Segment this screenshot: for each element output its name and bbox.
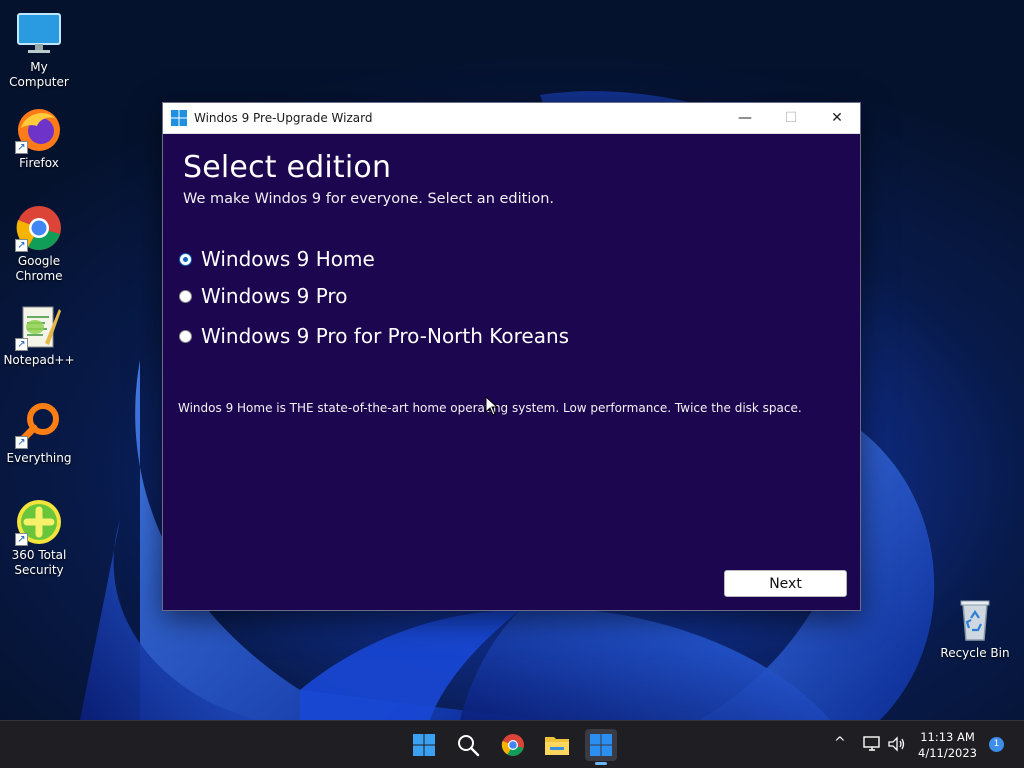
radio-button-pro-north-koreans[interactable]	[179, 329, 192, 343]
desktop-icon-recycle-bin[interactable]: Recycle Bin	[936, 596, 1014, 661]
edition-option-label: Windows 9 Pro	[201, 284, 348, 308]
shortcut-arrow-icon: ↗	[15, 239, 28, 252]
chrome-icon[interactable]	[497, 729, 529, 761]
desktop-icon-google-chrome[interactable]: ↗ Google Chrome	[0, 204, 78, 284]
network-icon[interactable]	[863, 736, 881, 752]
system-clock[interactable]: 11:13 AM 4/11/2023	[918, 729, 977, 761]
firefox-icon: ↗	[15, 106, 63, 154]
close-button[interactable]: ✕	[814, 103, 860, 133]
desktop-icon-label: Everything	[6, 451, 72, 465]
desktop-icon-firefox[interactable]: ↗ Firefox	[0, 106, 78, 171]
radio-button-pro[interactable]	[179, 289, 192, 303]
recycle-bin-icon	[951, 596, 999, 644]
file-explorer-icon[interactable]	[541, 729, 573, 761]
wizard-app-icon[interactable]	[585, 729, 617, 765]
desktop-icon-notepadpp[interactable]: ↗ Notepad++	[0, 303, 78, 368]
tray-chevron-icon[interactable]: ^	[834, 735, 846, 751]
desktop-icon-label: 360 Total Security	[11, 548, 67, 577]
start-icon[interactable]	[408, 729, 440, 761]
maximize-button[interactable]: ☐	[768, 103, 814, 133]
edition-option-pro-north-koreans[interactable]: Windows 9 Pro for Pro-North Koreans	[179, 324, 569, 348]
edition-option-home[interactable]: Windows 9 Home	[179, 247, 375, 271]
desktop-icon-label: Google Chrome	[15, 254, 63, 283]
window-title: Windos 9 Pre-Upgrade Wizard	[194, 111, 373, 125]
edition-option-label: Windows 9 Home	[201, 247, 375, 271]
taskbar: ^ 11:13 AM 4/11/2023 1	[0, 720, 1024, 768]
edition-option-label: Windows 9 Pro for Pro-North Koreans	[201, 324, 570, 348]
next-button[interactable]: Next	[724, 570, 847, 597]
chrome-icon: ↗	[15, 204, 63, 252]
window-titlebar[interactable]: Windos 9 Pre-Upgrade Wizard — ☐ ✕	[163, 103, 860, 134]
desktop-icon-label: Firefox	[19, 156, 59, 170]
clock-time: 11:13 AM	[920, 730, 975, 744]
desktop-icon-label: My Computer	[9, 60, 69, 89]
wizard-content: Select edition We make Windos 9 for ever…	[163, 134, 860, 611]
desktop-icon-360-total-security[interactable]: ↗ 360 Total Security	[0, 498, 78, 578]
desktop-icon-everything[interactable]: ↗ Everything	[0, 401, 78, 466]
desktop-icon-label: Recycle Bin	[940, 646, 1010, 660]
shortcut-arrow-icon: ↗	[15, 338, 28, 351]
minimize-button[interactable]: —	[722, 103, 768, 133]
notification-badge[interactable]: 1	[989, 737, 1004, 752]
wizard-window: Windos 9 Pre-Upgrade Wizard — ☐ ✕ Select…	[162, 102, 861, 611]
shortcut-arrow-icon: ↗	[15, 141, 28, 154]
edition-option-pro[interactable]: Windows 9 Pro	[179, 284, 347, 308]
search-icon[interactable]	[452, 729, 484, 761]
page-subtitle: We make Windos 9 for everyone. Select an…	[183, 191, 555, 207]
shortcut-arrow-icon: ↗	[15, 436, 28, 449]
radio-button-home[interactable]	[179, 252, 192, 266]
notepadpp-icon: ↗	[15, 303, 63, 351]
clock-date: 4/11/2023	[918, 746, 977, 760]
desktop-icon-label: Notepad++	[3, 353, 75, 367]
page-title: Select edition	[183, 150, 392, 185]
monitor-icon	[15, 10, 63, 58]
search-magnifier-icon: ↗	[15, 401, 63, 449]
mouse-cursor-icon	[485, 396, 499, 416]
desktop-icon-my-computer[interactable]: My Computer	[0, 10, 78, 90]
shortcut-arrow-icon: ↗	[15, 533, 28, 546]
windows-logo-icon	[171, 110, 187, 126]
volume-icon[interactable]	[888, 736, 906, 752]
security-plus-icon: ↗	[15, 498, 63, 546]
